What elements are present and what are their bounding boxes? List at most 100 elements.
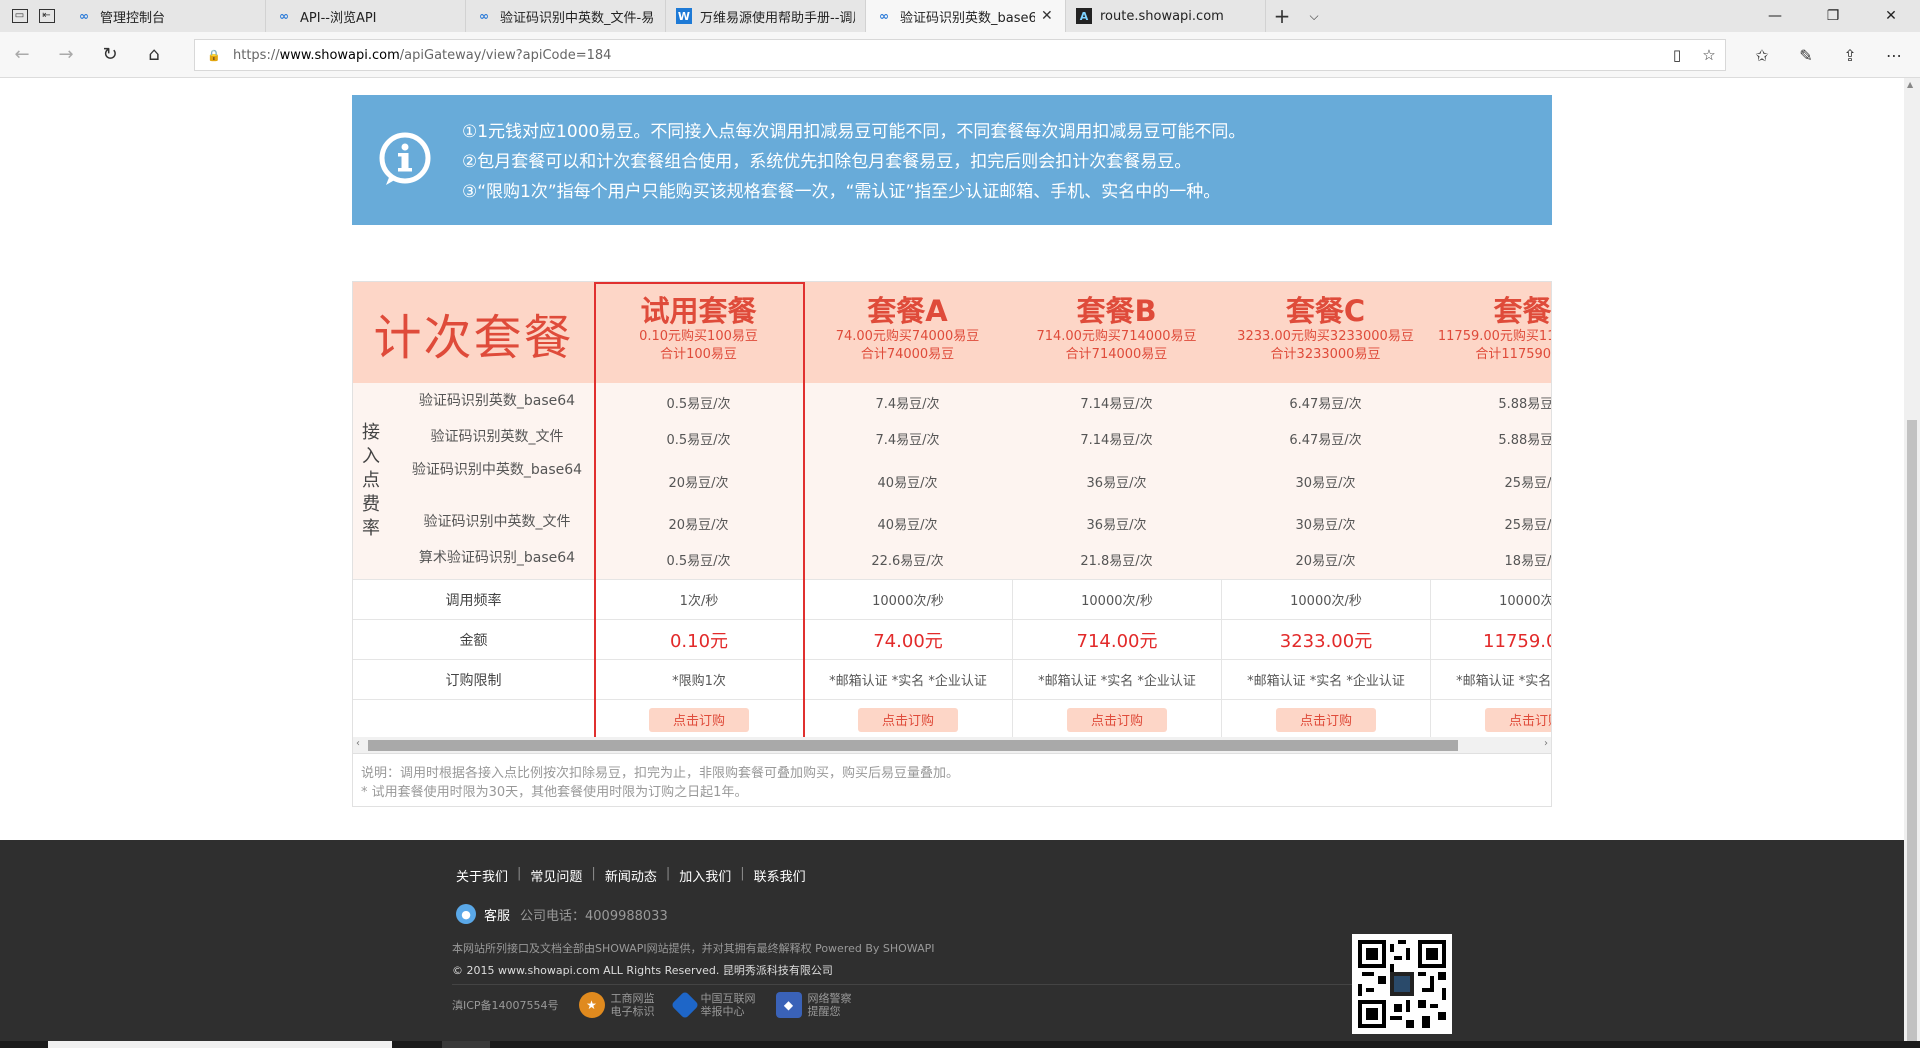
home-icon[interactable]: ⌂	[132, 32, 176, 78]
buy-button-b[interactable]: 点击订购	[1067, 707, 1167, 732]
package-desc: 11759.00元购买11759000易豆	[1437, 329, 1551, 344]
restore-icon[interactable]: ❐	[1804, 0, 1862, 32]
browser-tab-bar: ▭ ⇤ ∞ 管理控制台 ∞ API--浏览API ∞ 验证码识别中英数_文件-易…	[0, 0, 1920, 32]
buy-button-d[interactable]: 点击订购	[1485, 707, 1551, 732]
price-cell: 74.00元	[803, 620, 1012, 659]
favorites-hub-icon[interactable]: ✩	[1740, 32, 1784, 78]
buy-button-a[interactable]: 点击订购	[858, 707, 958, 732]
page-viewport: ①1元钱对应1000易豆。不同接入点每次调用扣减易豆可能不同，不同套餐每次调用扣…	[0, 78, 1904, 1041]
pricing-title: 计次套餐	[353, 282, 594, 383]
buy-button-c[interactable]: 点击订购	[1276, 707, 1376, 732]
footer-link-contact[interactable]: 联系我们	[754, 866, 806, 885]
rate-cell: 5.88易豆/次	[1498, 397, 1552, 412]
refresh-icon[interactable]: ↻	[88, 32, 132, 78]
package-desc: 74.00元购买74000易豆	[835, 329, 980, 344]
browser-tab-1[interactable]: ∞ API--浏览API	[266, 0, 466, 32]
limit-cell: *邮箱认证 *实名 *企业认证	[1221, 660, 1430, 699]
qr-code	[1352, 934, 1452, 1034]
badge-business[interactable]: ★ 工商网监 电子标识	[578, 992, 655, 1018]
showapi-icon: ∞	[279, 9, 289, 23]
notice-line: ①1元钱对应1000易豆。不同接入点每次调用扣减易豆可能不同，不同套餐每次调用扣…	[462, 122, 1246, 142]
table-row-limit: 订购限制 *限购1次 *邮箱认证 *实名 *企业认证 *邮箱认证 *实名 *企业…	[353, 659, 1551, 699]
cyber-police-icon: ◆	[775, 992, 802, 1018]
tab-title: route.showapi.com	[1100, 8, 1224, 24]
badge-line: 网络警察	[807, 992, 852, 1005]
note-line: * 试用套餐使用时限为30天，其他套餐使用时限为订购之日起1年。	[361, 785, 748, 800]
browser-tools: ✩ ✎ ⇪ ⋯	[1740, 32, 1916, 78]
rate-cell: 40易豆/次	[877, 518, 938, 533]
endpoint-name: 验证码识别英数_base64	[418, 393, 576, 409]
footer-link-news[interactable]: 新闻动态	[605, 866, 657, 885]
rate-cell: 7.4易豆/次	[875, 397, 940, 412]
package-desc: 714.00元购买714000易豆	[1036, 329, 1197, 344]
package-desc: 3233.00元购买3233000易豆	[1237, 329, 1414, 344]
browser-tab-3[interactable]: W 万维易源使用帮助手册--调用	[666, 0, 866, 32]
service-link[interactable]: 客服	[484, 905, 510, 924]
rate-cell: 5.88易豆/次	[1498, 433, 1552, 448]
rate-cell: 22.6易豆/次	[871, 554, 944, 569]
footer-links: 关于我们 | 常见问题 | 新闻动态 | 加入我们 | 联系我们	[456, 866, 806, 885]
scroll-thumb[interactable]	[368, 740, 1458, 751]
rate-cell: 0.5易豆/次	[666, 397, 731, 412]
rate-cell: 20易豆/次	[668, 518, 729, 533]
taskbar-item[interactable]	[442, 1041, 490, 1048]
package-desc: 0.10元购买100易豆	[639, 329, 758, 344]
more-menu-icon[interactable]: ⋯	[1872, 32, 1916, 78]
notice-line: ②包月套餐可以和计次套餐组合使用，系统优先扣除包月套餐易豆，扣完后则会扣计次套餐…	[462, 152, 1192, 172]
address-input[interactable]: 🔒 https:// www.showapi.com /apiGateway/v…	[194, 39, 1726, 71]
scroll-up-icon[interactable]: ▲	[1907, 80, 1913, 89]
back-icon[interactable]: ←	[0, 32, 44, 78]
footer-link-faq[interactable]: 常见问题	[530, 866, 582, 885]
browser-tab-0[interactable]: ∞ 管理控制台	[66, 0, 266, 32]
scroll-left-icon[interactable]: ‹	[356, 738, 360, 749]
rate-cell: 6.47易豆/次	[1289, 397, 1362, 412]
close-window-icon[interactable]: ✕	[1862, 0, 1920, 32]
package-total: 合计714000易豆	[1065, 347, 1168, 362]
footer-link-about[interactable]: 关于我们	[456, 866, 508, 885]
link-separator: |	[591, 866, 596, 881]
browser-tab-5[interactable]: A route.showapi.com	[1066, 0, 1266, 32]
badge-police[interactable]: ◆ 网络警察 提醒您	[775, 992, 852, 1018]
package-total: 合计11759000易豆	[1475, 347, 1552, 362]
minimize-icon[interactable]: —	[1746, 0, 1804, 32]
taskbar-search[interactable]	[48, 1041, 392, 1048]
buy-button-trial[interactable]: 点击订购	[649, 707, 749, 732]
frequency-cell: 10000次/秒	[1221, 580, 1430, 619]
browser-tab-4[interactable]: ∞ 验证码识别英数_base64 ✕	[866, 0, 1066, 32]
rate-labels: 接入点费率 验证码识别英数_base64 验证码识别英数_文件 验证码识别中英数…	[353, 383, 594, 579]
scroll-thumb[interactable]	[1907, 420, 1917, 1041]
link-separator: |	[517, 866, 522, 881]
pen-icon[interactable]: ✎	[1784, 32, 1828, 78]
rate-cell: 40易豆/次	[877, 476, 938, 491]
package-name: 试用套餐	[640, 294, 757, 328]
package-name: 套餐C	[1285, 294, 1366, 328]
package-name: 套餐B	[1076, 294, 1157, 328]
showapi-icon: ∞	[879, 9, 889, 23]
row-label	[353, 700, 594, 739]
tab-title: API--浏览API	[300, 10, 377, 26]
wanwei-icon: W	[676, 8, 692, 24]
set-aside-tabs-icon[interactable]: ⇤	[38, 9, 55, 23]
vertical-scrollbar[interactable]: ▲	[1904, 78, 1920, 1041]
forward-icon[interactable]: →	[44, 32, 88, 78]
limit-cell: *限购1次	[594, 660, 803, 699]
share-icon[interactable]: ⇪	[1828, 32, 1872, 78]
chevron-down-icon[interactable]: ⌵	[1298, 0, 1330, 32]
favorite-star-icon[interactable]: ☆	[1693, 46, 1725, 64]
rate-cell: 7.14易豆/次	[1080, 433, 1153, 448]
badge-report[interactable]: 中国互联网 举报中心	[670, 990, 756, 1020]
footer-link-join[interactable]: 加入我们	[679, 866, 731, 885]
horizontal-scrollbar[interactable]: ‹ ›	[353, 737, 1551, 754]
rate-cell: 20易豆/次	[1295, 554, 1356, 569]
tab-preview-icon[interactable]: ▭	[11, 9, 28, 23]
new-tab-button[interactable]: +	[1266, 0, 1298, 32]
close-tab-icon[interactable]: ✕	[1041, 8, 1055, 24]
browser-tab-2[interactable]: ∞ 验证码识别中英数_文件-易源	[466, 0, 666, 32]
icp-number[interactable]: 滇ICP备14007554号	[452, 997, 559, 1013]
scroll-right-icon[interactable]: ›	[1544, 738, 1548, 749]
rate-cell: 20易豆/次	[668, 476, 729, 491]
reading-view-icon[interactable]: ▯	[1661, 46, 1693, 64]
package-header-c: 套餐C 3233.00元购买3233000易豆 合计3233000易豆	[1221, 282, 1430, 391]
badge-line: 电子标识	[610, 1005, 655, 1018]
frequency-cell: 10000次/秒	[803, 580, 1012, 619]
